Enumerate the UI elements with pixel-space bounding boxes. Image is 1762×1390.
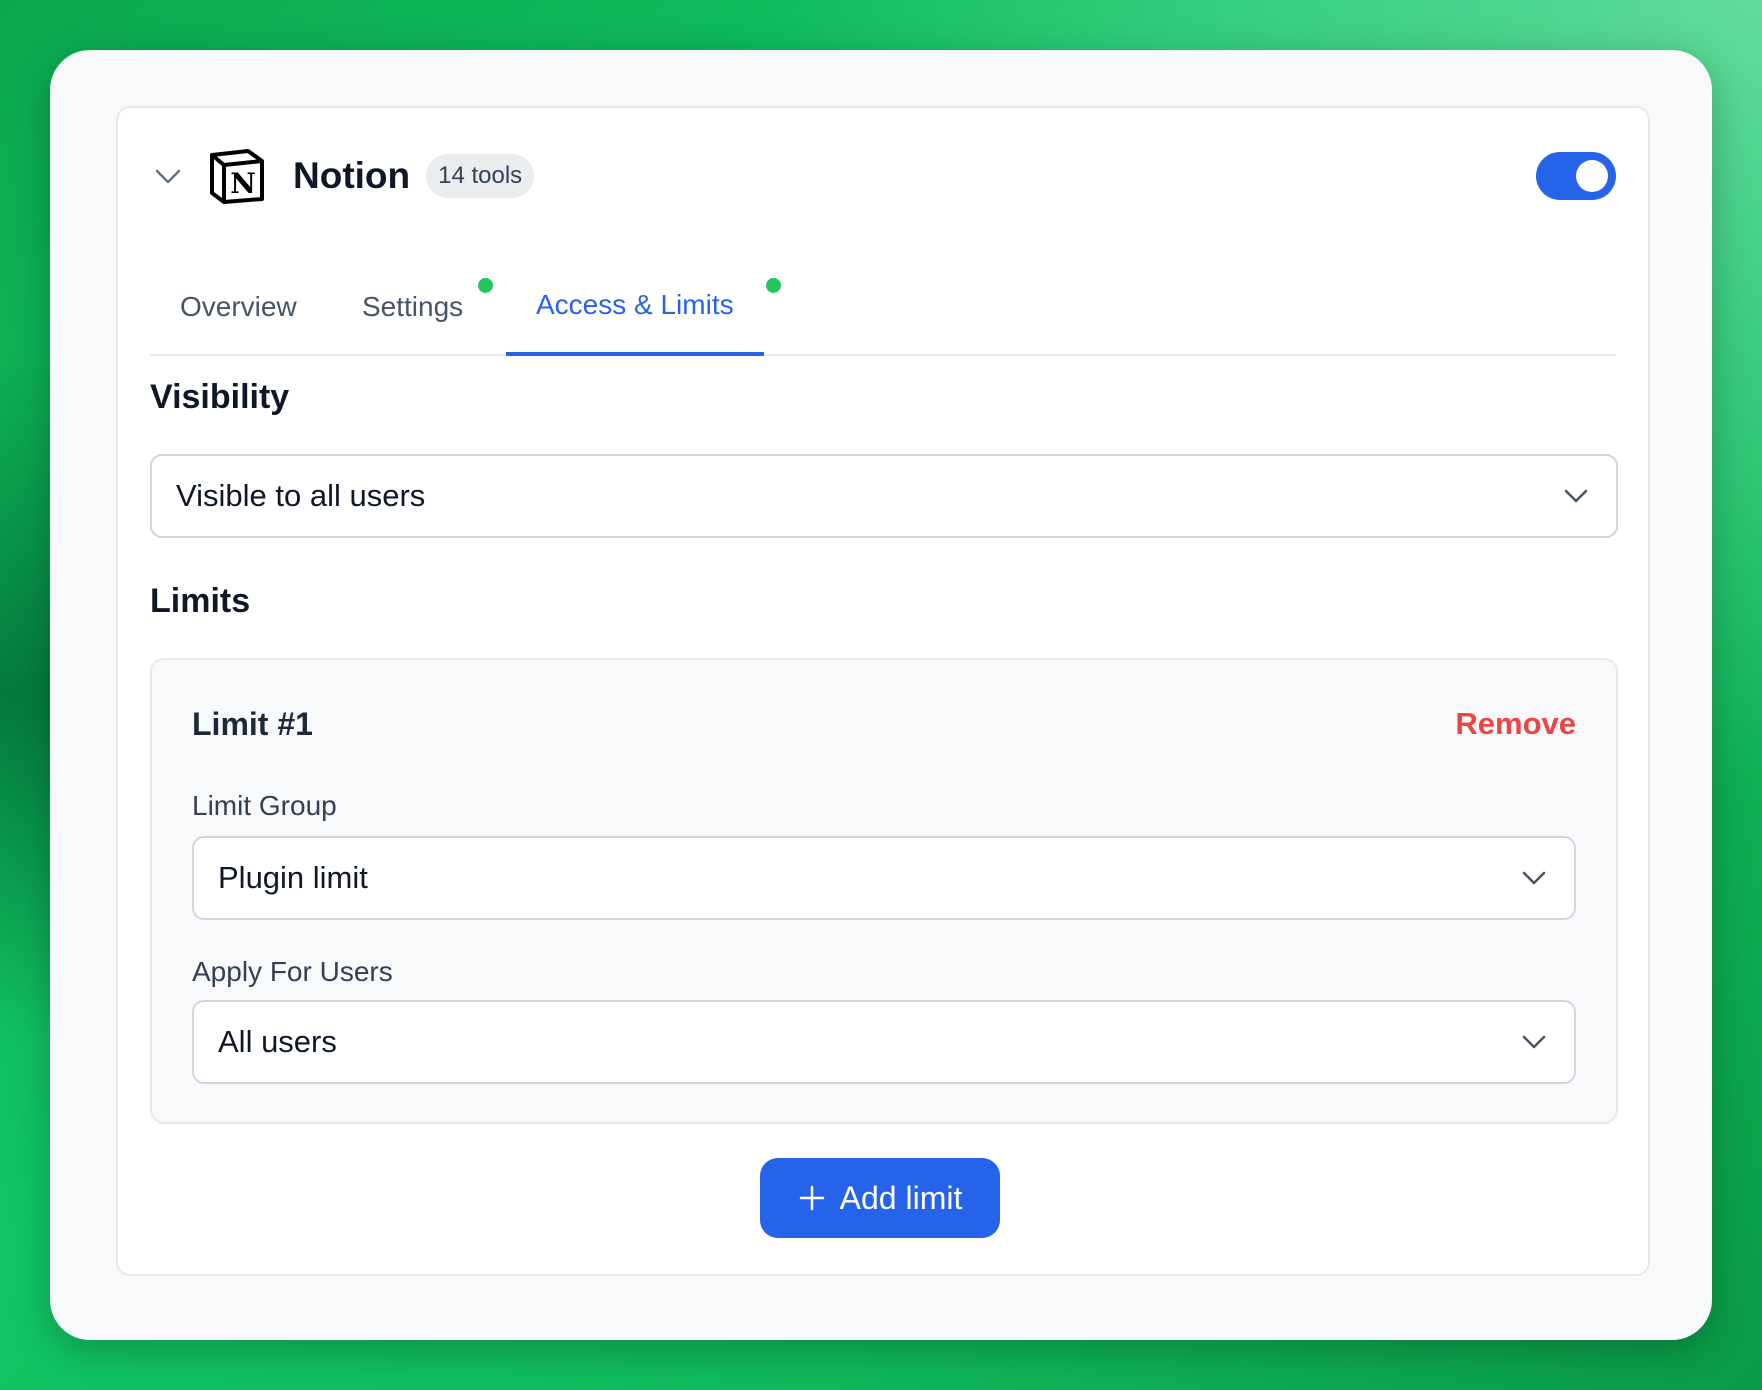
window: N Notion 14 tools Overview Settings Acce… (50, 50, 1712, 1340)
chevron-down-icon (1522, 1035, 1546, 1049)
tab-overview[interactable]: Overview (180, 258, 297, 356)
svg-text:N: N (230, 167, 256, 200)
limit-title: Limit #1 (192, 706, 313, 742)
limit-group-label: Limit Group (192, 790, 337, 821)
tab-access-limits[interactable]: Access & Limits (506, 258, 781, 356)
plugin-header: N Notion 14 tools (150, 146, 1616, 206)
chevron-down-icon (1564, 489, 1588, 503)
chevron-down-icon[interactable] (150, 158, 186, 194)
limit-group-value: Plugin limit (218, 860, 368, 895)
tab-settings[interactable]: Settings (362, 258, 493, 356)
toggle-knob (1576, 160, 1608, 192)
notion-logo-icon: N (208, 147, 266, 205)
limit-group-select[interactable]: Plugin limit (192, 836, 1576, 920)
visibility-select-value: Visible to all users (176, 478, 426, 513)
tab-label: Overview (180, 291, 297, 322)
visibility-select[interactable]: Visible to all users (150, 454, 1618, 538)
tab-bar: Overview Settings Access & Limits (150, 258, 1616, 356)
tab-label: Settings (362, 291, 464, 322)
plugin-enabled-toggle[interactable] (1536, 152, 1616, 200)
tab-label: Access & Limits (536, 289, 734, 320)
add-limit-label: Add limit (839, 1179, 963, 1216)
remove-limit-button[interactable]: Remove (1455, 706, 1576, 742)
apply-users-value: All users (218, 1024, 337, 1059)
visibility-heading: Visibility (150, 378, 290, 416)
plus-icon (799, 1185, 824, 1211)
plugin-title: Notion (293, 155, 411, 196)
tab-status-dot (766, 278, 781, 293)
tab-status-dot (478, 278, 493, 293)
limit-card: Limit #1 Remove Limit Group Plugin limit… (150, 658, 1618, 1124)
chevron-down-icon (1522, 871, 1546, 885)
limits-heading: Limits (150, 582, 251, 620)
apply-users-label: Apply For Users (192, 956, 393, 987)
plugin-card: N Notion 14 tools Overview Settings Acce… (116, 106, 1650, 1276)
apply-users-select[interactable]: All users (192, 1000, 1576, 1084)
tools-count-badge: 14 tools (426, 154, 535, 198)
add-limit-button[interactable]: Add limit (760, 1158, 1000, 1238)
